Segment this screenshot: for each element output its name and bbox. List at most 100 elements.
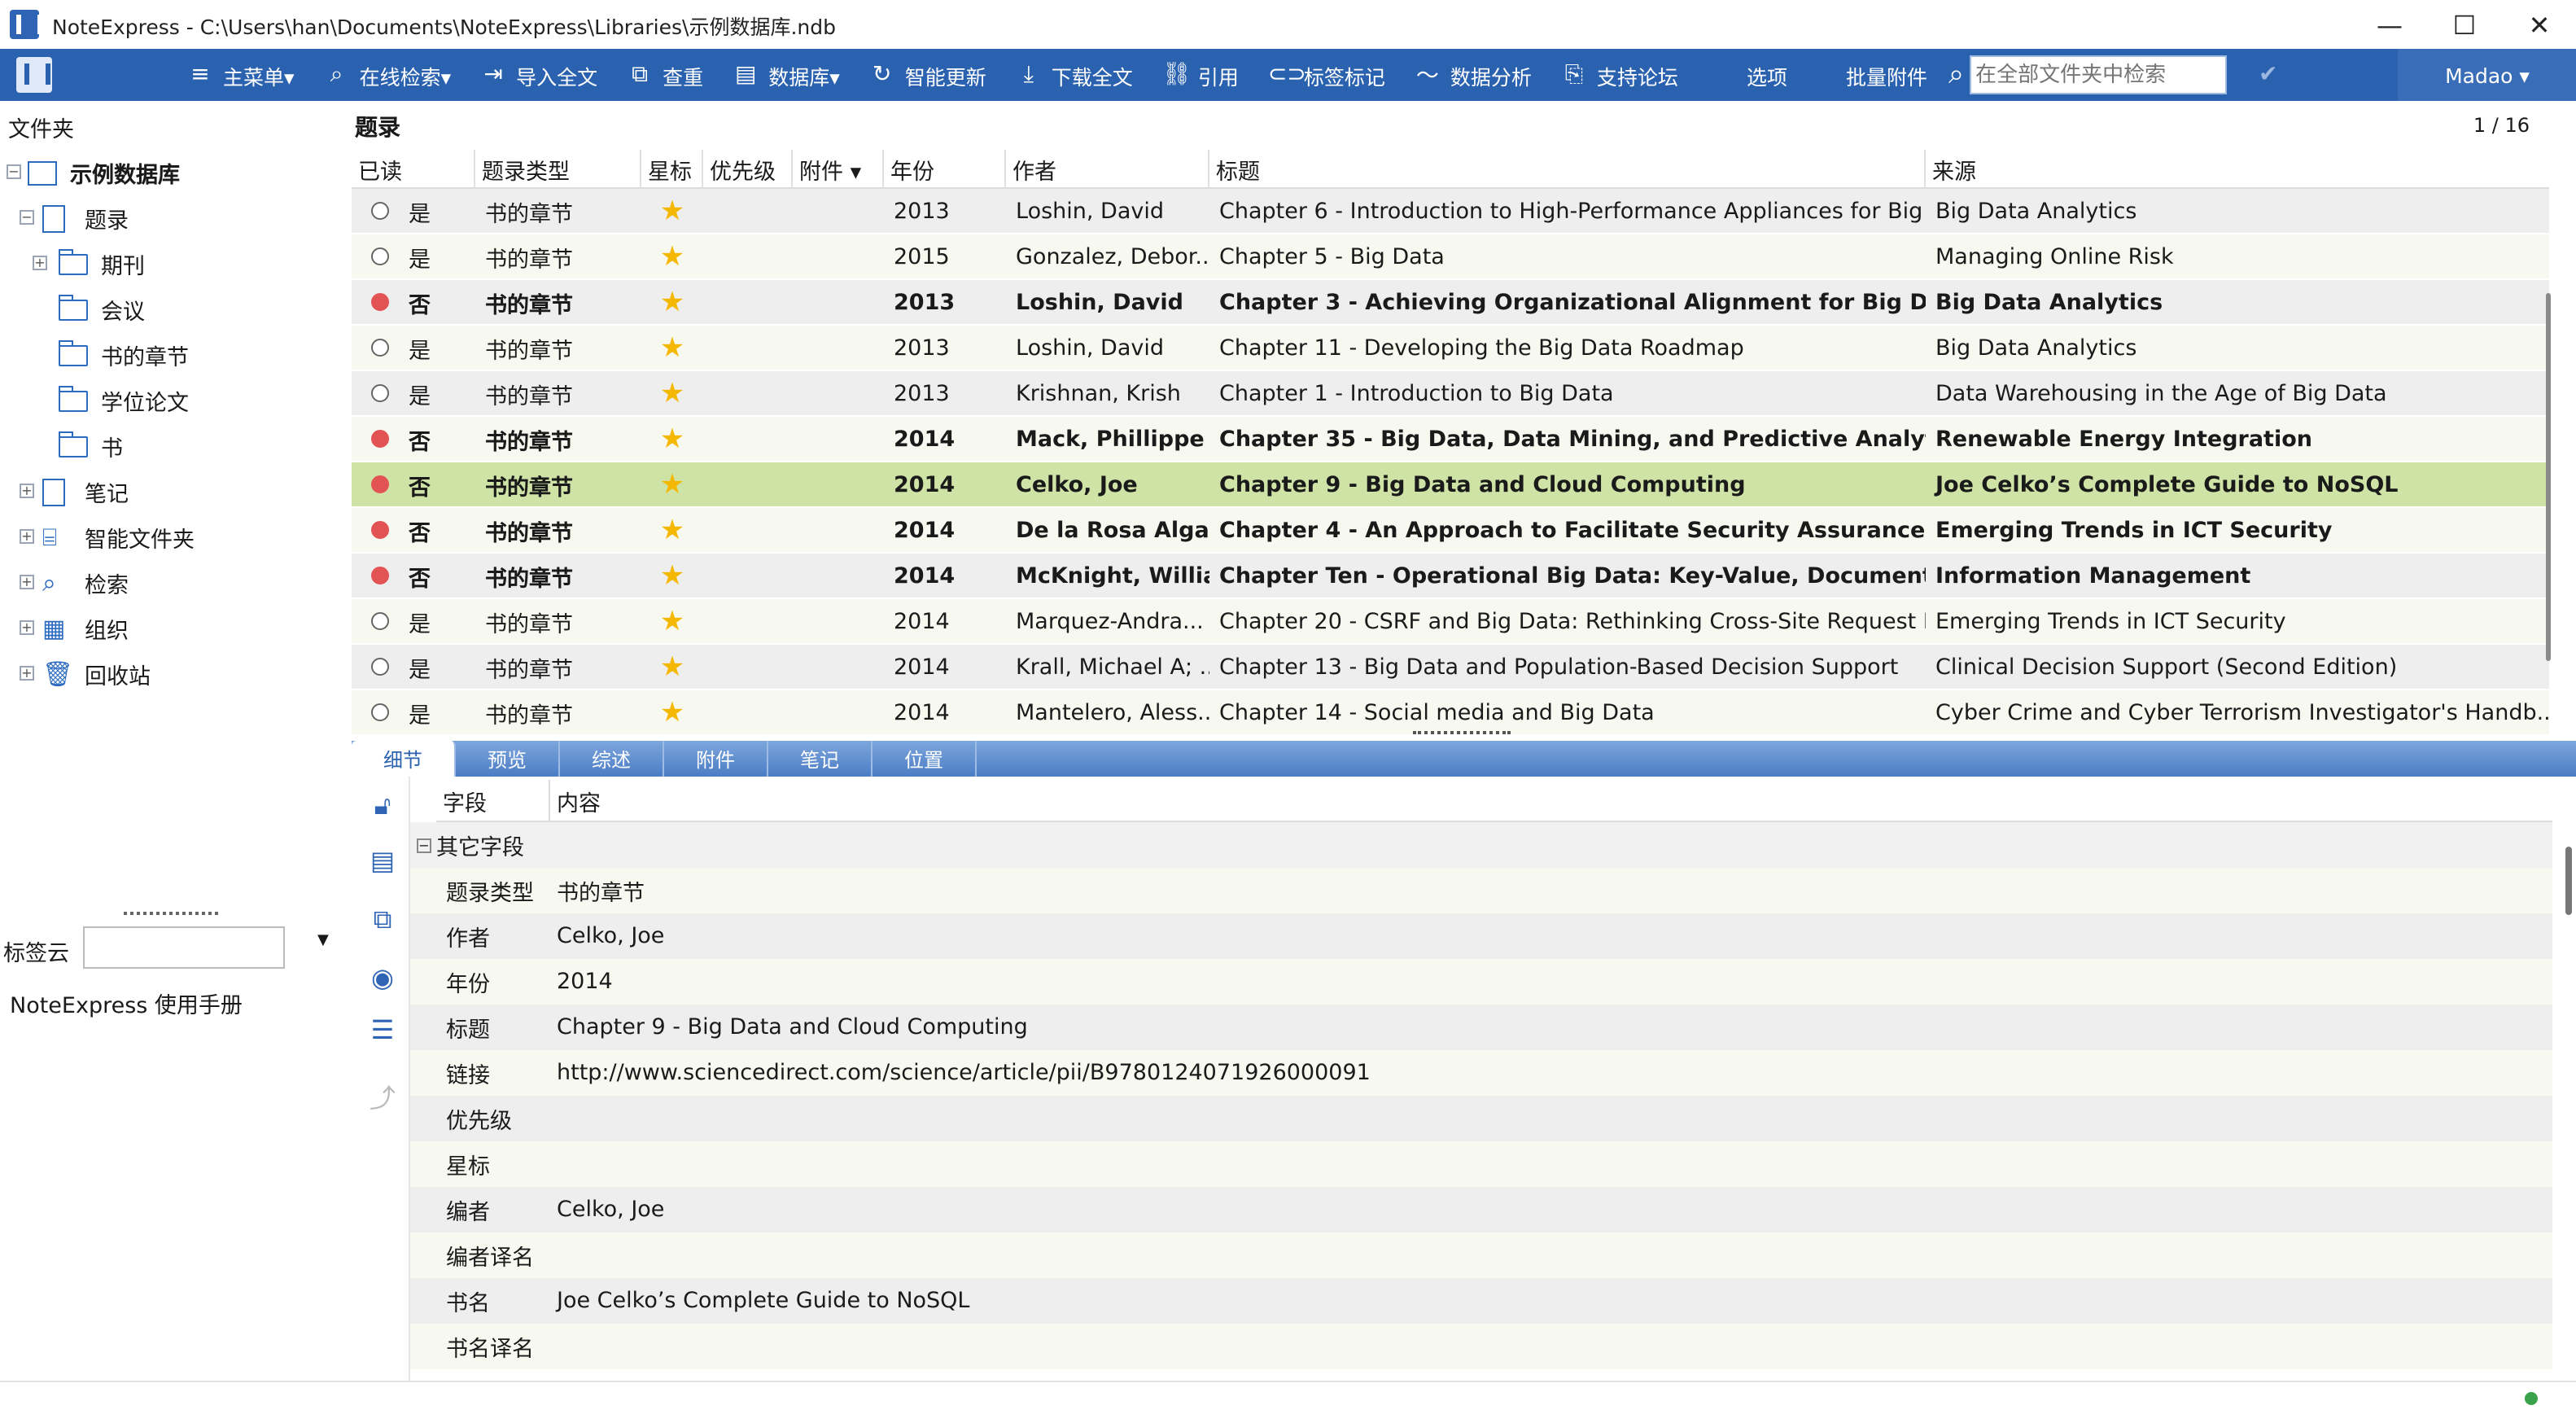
- star-icon[interactable]: ★: [641, 371, 703, 415]
- tree-item[interactable]: 会议: [0, 287, 348, 332]
- read-cell[interactable]: 是: [352, 690, 475, 734]
- read-cell[interactable]: 是: [352, 189, 475, 233]
- field-value[interactable]: http://www.sciencedirect.com/science/art…: [550, 1060, 1371, 1086]
- col-author[interactable]: 作者: [1006, 150, 1209, 187]
- col-attachment[interactable]: 附件 ▾: [793, 150, 884, 187]
- data-analysis-button[interactable]: 〜数据分析: [1400, 49, 1546, 101]
- detail-field-row[interactable]: 链接 http://www.sciencedirect.com/science/a…: [410, 1050, 2552, 1096]
- support-forum-button[interactable]: ⎘ 支持论坛: [1546, 49, 1693, 101]
- read-cell[interactable]: 是: [352, 371, 475, 415]
- cite-button[interactable]: ⛓ 引用: [1148, 49, 1253, 101]
- table-row[interactable]: 是 书的章节 ★ 2013 Loshin, David Chapter 6 - Intro…: [352, 189, 2549, 234]
- col-year[interactable]: 年份: [884, 150, 1006, 187]
- read-status-icon[interactable]: [371, 384, 389, 402]
- tab-summary[interactable]: 综述: [560, 741, 664, 777]
- detail-field-row[interactable]: 题录类型 书的章节: [410, 868, 2552, 913]
- star-icon[interactable]: ★: [641, 690, 703, 734]
- collapse-icon[interactable]: −: [7, 164, 21, 179]
- detail-field-row[interactable]: 书名译名: [410, 1324, 2552, 1369]
- search-icon[interactable]: ⌕: [1948, 59, 1964, 91]
- list-icon[interactable]: ☰: [368, 1014, 397, 1045]
- detail-field-row[interactable]: 编者 Celko, Joe: [410, 1187, 2552, 1232]
- online-search-button[interactable]: ⌕ 在线检索▾: [309, 49, 466, 101]
- tree-item[interactable]: + ⌸ 智能文件夹: [0, 514, 348, 560]
- expand-icon[interactable]: +: [20, 529, 34, 544]
- col-read[interactable]: 已读: [352, 150, 475, 187]
- expand-icon[interactable]: +: [20, 666, 34, 681]
- read-status-icon[interactable]: [371, 567, 389, 584]
- download-fulltext-button[interactable]: ⤓ 下载全文: [1001, 49, 1148, 101]
- col-title[interactable]: 标题: [1209, 150, 1926, 187]
- tree-item[interactable]: − 示例数据库: [0, 150, 348, 195]
- detail-field-row[interactable]: 编者译名: [410, 1232, 2552, 1278]
- read-cell[interactable]: 是: [352, 234, 475, 278]
- tree-item[interactable]: − 题录: [0, 195, 348, 241]
- star-icon[interactable]: ★: [641, 554, 703, 598]
- detail-field-row[interactable]: 优先级: [410, 1096, 2552, 1141]
- database-button[interactable]: ▤ 数据库▾: [718, 49, 855, 101]
- options-button[interactable]: 选项: [1732, 49, 1802, 101]
- copy-icon[interactable]: ⧉: [368, 904, 397, 935]
- dedupe-button[interactable]: ⧉ 查重: [612, 49, 718, 101]
- col-type[interactable]: 题录类型: [475, 150, 641, 187]
- read-status-icon[interactable]: [371, 475, 389, 493]
- table-row[interactable]: 否 书的章节 ★ 2014 Celko, Joe Chapter 9 - Big Data…: [352, 462, 2549, 508]
- detail-field-row[interactable]: 星标: [410, 1141, 2552, 1187]
- star-icon[interactable]: ★: [641, 462, 703, 506]
- lock-icon[interactable]: 🔓︎: [368, 790, 397, 821]
- detail-field-row[interactable]: 标题 Chapter 9 - Big Data and Cloud Computi…: [410, 1005, 2552, 1050]
- detail-field-row[interactable]: 书名 Joe Celko’s Complete Guide to NoSQL: [410, 1278, 2552, 1324]
- field-value[interactable]: Celko, Joe: [550, 923, 664, 949]
- expand-icon[interactable]: +: [20, 484, 34, 498]
- detail-scrollbar[interactable]: [2561, 822, 2576, 1359]
- maximize-button[interactable]: ☐: [2427, 0, 2502, 49]
- read-status-icon[interactable]: [371, 430, 389, 448]
- toolbar-logo-icon[interactable]: [16, 57, 52, 93]
- user-menu[interactable]: Madao ▾: [2398, 49, 2576, 101]
- collapse-icon[interactable]: −: [20, 210, 34, 225]
- tagcloud-input[interactable]: [83, 926, 285, 969]
- panel-splitter[interactable]: [124, 912, 218, 915]
- read-status-icon[interactable]: [371, 703, 389, 721]
- tab-preview[interactable]: 预览: [456, 741, 560, 777]
- expand-icon[interactable]: +: [33, 256, 47, 270]
- star-icon[interactable]: ★: [641, 645, 703, 689]
- read-status-icon[interactable]: [371, 612, 389, 630]
- read-cell[interactable]: 否: [352, 462, 475, 506]
- search-confirm-icon[interactable]: ✔: [2259, 62, 2277, 88]
- read-cell[interactable]: 是: [352, 599, 475, 643]
- read-cell[interactable]: 是: [352, 326, 475, 370]
- table-row[interactable]: 否 书的章节 ★ 2014 De la Rosa Algar... Chapter 4 -…: [352, 508, 2549, 554]
- table-row[interactable]: 是 书的章节 ★ 2013 Loshin, David Chapter 11 - Deve…: [352, 326, 2549, 371]
- smart-update-button[interactable]: ↻ 智能更新: [855, 49, 1001, 101]
- star-icon[interactable]: ★: [641, 234, 703, 278]
- field-value[interactable]: 2014: [550, 969, 613, 995]
- read-status-icon[interactable]: [371, 247, 389, 265]
- table-row[interactable]: 是 书的章节 ★ 2014 Marquez-Andra... Chapter 20 - C…: [352, 599, 2549, 645]
- table-row[interactable]: 是 书的章节 ★ 2014 Mantelero, Aless... Chapter 14 …: [352, 690, 2549, 736]
- read-status-icon[interactable]: [371, 293, 389, 311]
- read-status-icon[interactable]: [371, 202, 389, 220]
- document-icon[interactable]: ▤: [368, 845, 397, 876]
- read-cell[interactable]: 否: [352, 554, 475, 598]
- star-icon[interactable]: ★: [641, 189, 703, 233]
- detail-field-row[interactable]: 作者 Celko, Joe: [410, 913, 2552, 959]
- tree-item[interactable]: + ▦ 组织: [0, 606, 348, 651]
- records-scrollbar[interactable]: [2544, 189, 2554, 742]
- table-row[interactable]: 是 书的章节 ★ 2013 Krishnan, Krish Chapter 1 - Int…: [352, 371, 2549, 417]
- close-button[interactable]: ✕: [2502, 0, 2576, 49]
- tree-item[interactable]: + 笔记: [0, 469, 348, 514]
- read-cell[interactable]: 是: [352, 645, 475, 689]
- tab-attachments[interactable]: 附件: [664, 741, 768, 777]
- col-priority[interactable]: 优先级: [703, 150, 793, 187]
- read-cell[interactable]: 否: [352, 417, 475, 461]
- import-fulltext-button[interactable]: ⇥ 导入全文: [466, 49, 612, 101]
- table-row[interactable]: 是 书的章节 ★ 2014 Krall, Michael A; ... Chapter 1…: [352, 645, 2549, 690]
- table-row[interactable]: 否 书的章节 ★ 2014 McKnight, Willia... Chapter Ten…: [352, 554, 2549, 599]
- read-status-icon[interactable]: [371, 521, 389, 539]
- table-row[interactable]: 否 书的章节 ★ 2014 Mack, Phillippe Chapter 35 - Bi…: [352, 417, 2549, 462]
- collapse-icon[interactable]: −: [417, 838, 431, 852]
- col-source[interactable]: 来源: [1926, 150, 2549, 187]
- read-cell[interactable]: 否: [352, 280, 475, 324]
- star-icon[interactable]: ★: [641, 599, 703, 643]
